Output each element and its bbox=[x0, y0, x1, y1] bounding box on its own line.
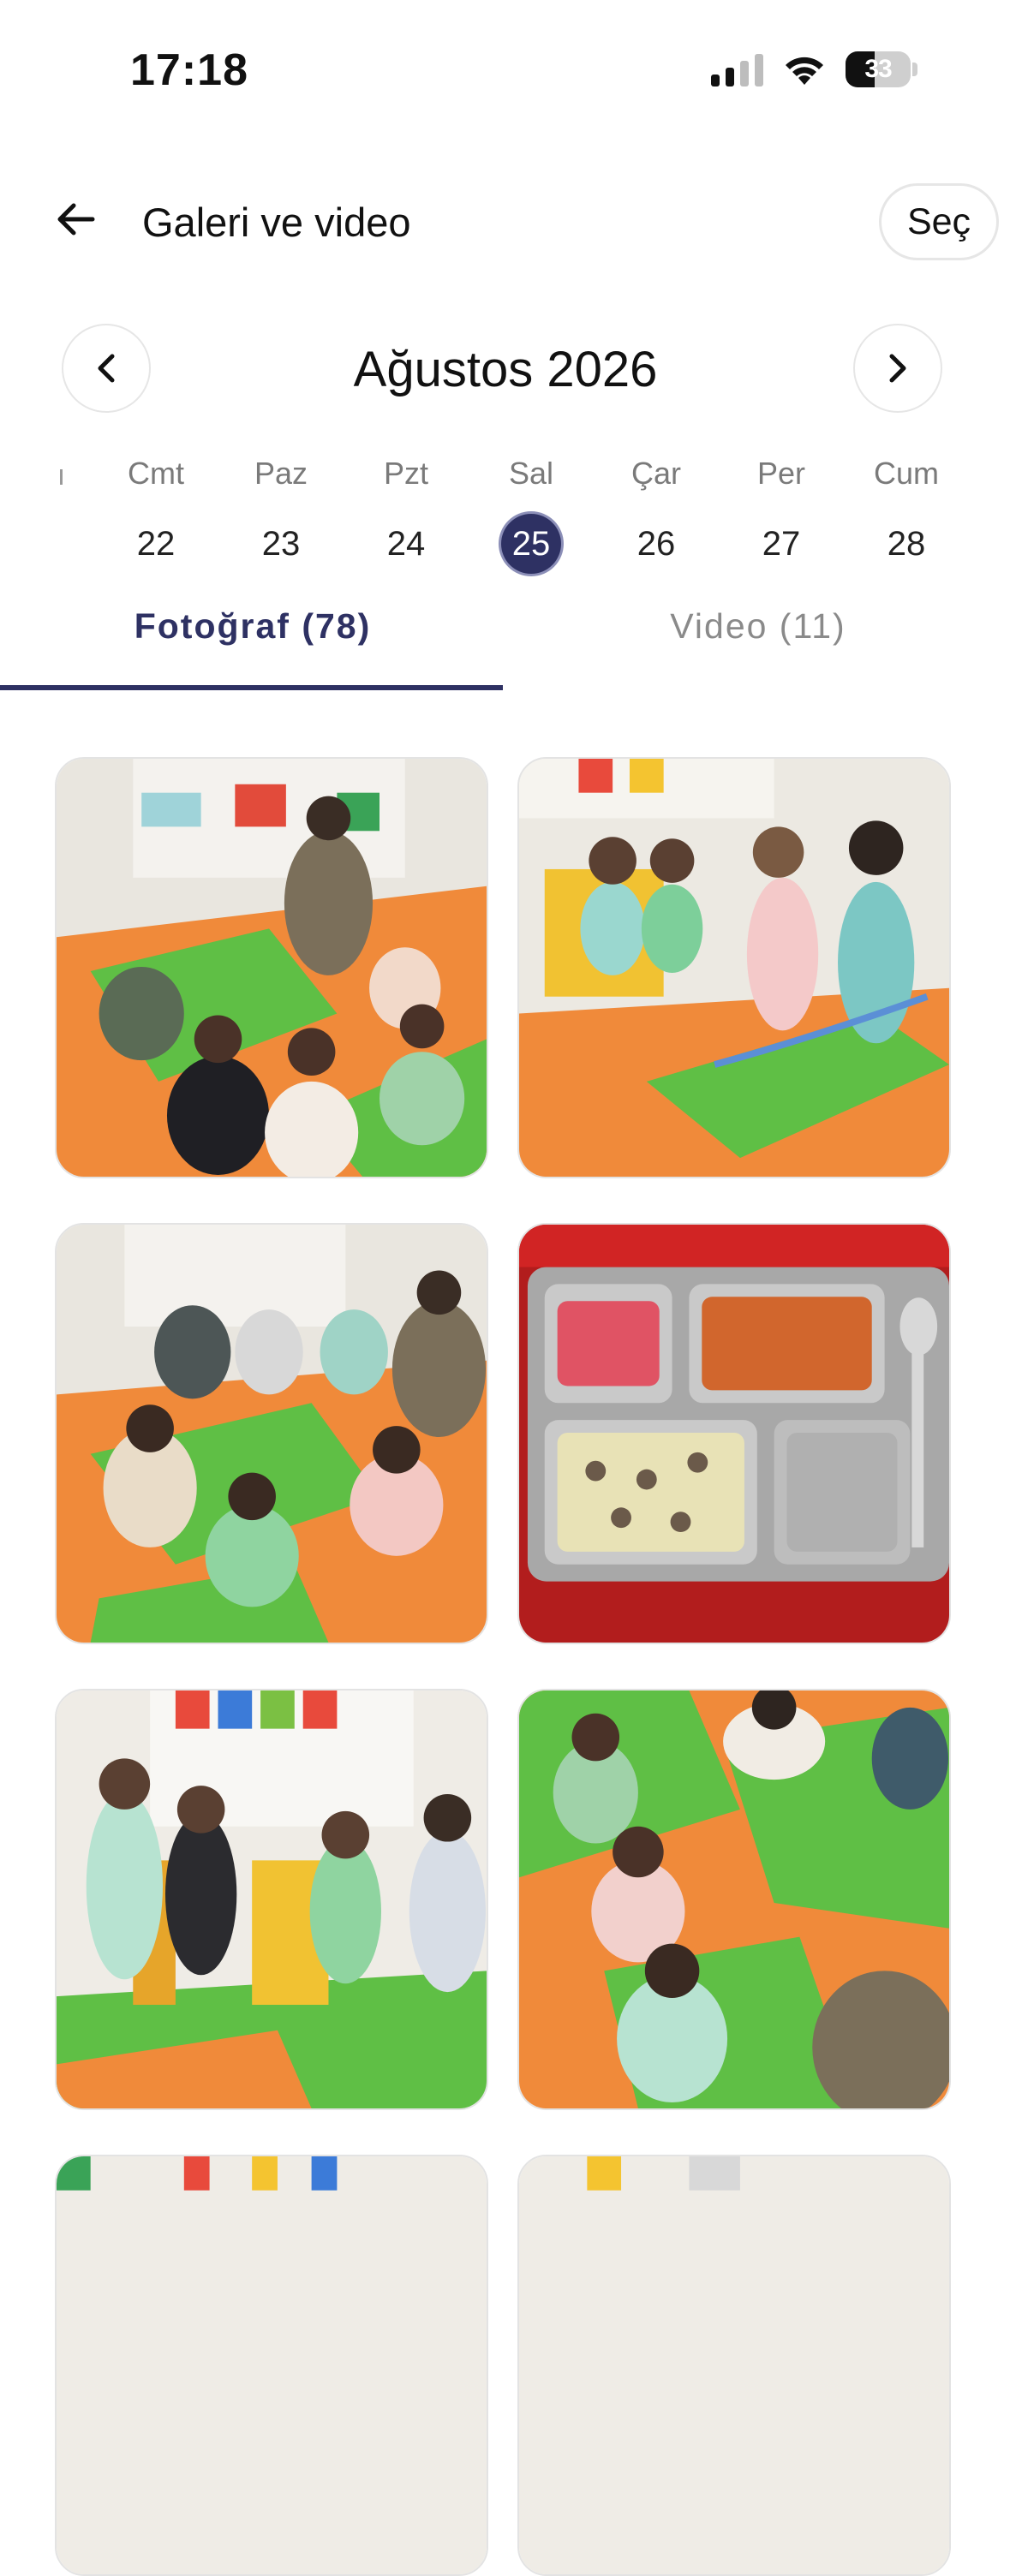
day-name: Per bbox=[756, 456, 806, 491]
day-name: Pzt bbox=[383, 456, 428, 491]
gallery-photo[interactable] bbox=[517, 2155, 951, 2576]
tab-photos[interactable]: Fotoğraf (78) bbox=[0, 606, 505, 647]
previous-month-button[interactable] bbox=[62, 324, 151, 413]
day-number: 23 bbox=[261, 525, 301, 563]
gallery-photo[interactable] bbox=[517, 1689, 951, 2110]
children-floor-photo bbox=[519, 1690, 949, 2108]
back-button[interactable] bbox=[50, 194, 101, 245]
status-time: 17:18 bbox=[130, 45, 248, 95]
day-number: 25 bbox=[501, 514, 561, 574]
children-walking-photo bbox=[519, 759, 949, 1177]
gallery-photo[interactable] bbox=[55, 1223, 488, 1644]
active-tab-indicator bbox=[0, 685, 503, 690]
day-number: 27 bbox=[762, 525, 801, 563]
classroom-circle-photo bbox=[57, 1225, 487, 1643]
chevron-right-icon bbox=[889, 354, 906, 383]
classroom-shelf-photo bbox=[519, 2156, 949, 2574]
day-item[interactable]: Cum 28 bbox=[855, 452, 958, 574]
day-name: Cum bbox=[873, 456, 939, 491]
day-name: Cmt bbox=[128, 456, 184, 491]
next-month-button[interactable] bbox=[853, 324, 942, 413]
day-item[interactable]: Per 27 bbox=[730, 452, 833, 574]
tab-videos[interactable]: Video (11) bbox=[505, 606, 1010, 647]
select-button[interactable]: Seç bbox=[879, 183, 999, 260]
status-icons: 33 bbox=[711, 51, 917, 87]
classroom-circle-photo bbox=[57, 759, 487, 1177]
signal-icon bbox=[711, 52, 763, 86]
gallery-photo[interactable] bbox=[55, 1689, 488, 2110]
classroom-shelf-photo bbox=[57, 2156, 487, 2574]
month-title: Ağustos 2026 bbox=[353, 342, 658, 397]
day-number: 26 bbox=[636, 525, 676, 563]
day-item[interactable]: Cmt 22 bbox=[105, 452, 207, 574]
day-number: 28 bbox=[887, 525, 926, 563]
battery-level: 33 bbox=[864, 55, 892, 83]
gallery-photo[interactable] bbox=[55, 757, 488, 1178]
day-item[interactable]: Pzt 24 bbox=[355, 452, 457, 574]
lunch-tray-photo bbox=[519, 1225, 949, 1643]
day-name: Paz bbox=[254, 456, 308, 491]
gallery-photo[interactable] bbox=[55, 2155, 488, 2576]
day-item[interactable]: Paz 23 bbox=[230, 452, 332, 574]
day-item[interactable]: Çar 26 bbox=[605, 452, 708, 574]
chevron-left-icon bbox=[98, 354, 115, 383]
wifi-icon bbox=[786, 57, 823, 85]
day-name: Sal bbox=[508, 456, 554, 491]
day-name: Çar bbox=[631, 456, 681, 491]
day-number: 24 bbox=[386, 525, 426, 563]
day-item-selected[interactable]: Sal 25 bbox=[480, 452, 583, 574]
battery-icon: 33 bbox=[846, 51, 911, 87]
children-chairs-photo bbox=[57, 1690, 487, 2108]
back-arrow-icon bbox=[57, 203, 95, 236]
gallery-photo[interactable] bbox=[517, 1223, 951, 1644]
day-number: 22 bbox=[136, 525, 176, 563]
gallery-photo[interactable] bbox=[517, 757, 951, 1178]
page-title: Galeri ve video bbox=[142, 200, 411, 245]
week-strip: Cmt 22 Paz 23 Pzt 24 Sal 25 Çar 26 Per 2… bbox=[0, 452, 1010, 581]
